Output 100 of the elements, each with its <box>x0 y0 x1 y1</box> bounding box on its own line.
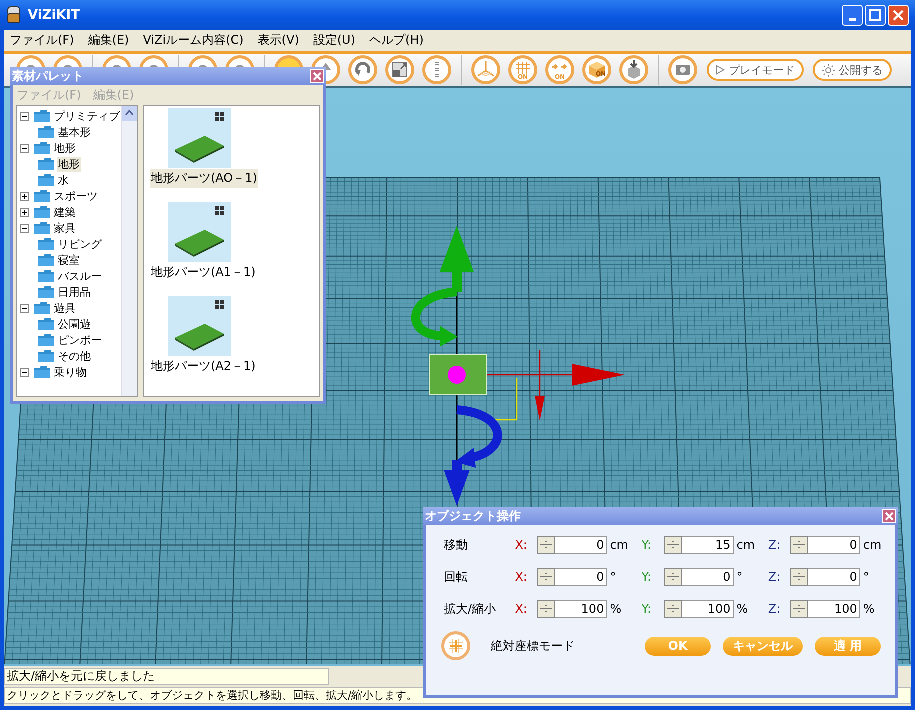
tool-icon[interactable] <box>16 55 46 67</box>
menu-item[interactable]: 表示(V) <box>258 32 300 49</box>
folder-icon <box>33 189 51 203</box>
expand-toggle-icon[interactable] <box>20 224 29 232</box>
folder-icon <box>33 301 51 315</box>
tree-item[interactable]: 水 <box>57 172 70 188</box>
item-label[interactable]: 地形パーツ(A1－1) <box>150 263 257 282</box>
folder-icon <box>33 365 51 379</box>
number-field[interactable]: 100 <box>682 600 734 618</box>
terrain-thumbnail-icon[interactable] <box>168 296 231 356</box>
folder-icon <box>33 109 51 123</box>
folder-icon <box>33 205 51 219</box>
spin-button[interactable] <box>664 600 682 618</box>
download-icon[interactable] <box>619 55 649 85</box>
tree-item[interactable]: 地形 <box>53 140 77 156</box>
resize-icon[interactable] <box>385 55 415 85</box>
row-label: 拡大/縮小 <box>444 600 498 618</box>
number-field[interactable]: 0 <box>808 568 860 586</box>
spin-button[interactable] <box>537 600 556 618</box>
number-field[interactable]: 0 <box>808 536 860 554</box>
spin-button[interactable] <box>790 568 808 586</box>
menu-item[interactable]: ViZiルーム内容(C) <box>143 32 244 49</box>
folder-icon <box>37 125 55 139</box>
expand-toggle-icon[interactable] <box>20 368 29 376</box>
tree-item[interactable]: バスルー <box>57 268 103 284</box>
menu-item[interactable]: 編集(E) <box>88 32 130 49</box>
folder-icon <box>37 253 55 267</box>
tool-icon[interactable] <box>139 55 169 67</box>
number-field[interactable]: 0 <box>555 568 608 586</box>
spin-button[interactable] <box>790 536 808 554</box>
axis-label: X: <box>515 602 528 616</box>
folder-icon <box>33 141 51 155</box>
tree-item[interactable]: リビング <box>57 236 103 252</box>
spin-button[interactable] <box>664 568 682 586</box>
expand-toggle-icon[interactable] <box>20 112 29 120</box>
maximize-button[interactable] <box>865 4 886 26</box>
spin-button[interactable] <box>790 600 808 618</box>
unit-label: ° <box>736 570 743 584</box>
toolbar-button[interactable]: 公開する <box>813 59 892 81</box>
menu-item[interactable]: ファイル(F) <box>10 32 74 49</box>
spin-button[interactable] <box>537 536 556 554</box>
tree-item[interactable]: プリミティブ <box>53 108 121 124</box>
number-field[interactable]: 15 <box>682 536 734 554</box>
item-label[interactable]: 地形パーツ(AO－1) <box>150 169 258 188</box>
coordinates-icon[interactable] <box>422 55 452 85</box>
expand-toggle-icon[interactable] <box>20 144 29 152</box>
palette-title: 素材パレット <box>12 68 84 84</box>
tool-icon[interactable] <box>53 55 83 67</box>
tree-item[interactable]: 家具 <box>53 220 77 236</box>
play-icon <box>716 65 725 75</box>
folder-icon <box>37 269 55 283</box>
expand-toggle-icon[interactable] <box>20 192 29 200</box>
unit-label: % <box>863 602 875 616</box>
terrain-thumbnail-icon[interactable] <box>168 108 231 168</box>
mode-label: 絶対座標モード <box>491 638 575 654</box>
unit-label: % <box>736 602 748 616</box>
close-button[interactable] <box>882 509 896 523</box>
expand-toggle-icon[interactable] <box>20 208 29 216</box>
tool-icon[interactable] <box>188 55 218 67</box>
unit-label: cm <box>736 538 756 552</box>
tree-item[interactable]: 地形 <box>57 156 81 172</box>
tree-item[interactable]: 遊具 <box>53 300 77 316</box>
scrollbar[interactable] <box>121 106 137 396</box>
minimize-button[interactable] <box>842 4 863 26</box>
tree-item[interactable]: スポーツ <box>53 188 99 204</box>
number-field[interactable]: 100 <box>555 600 608 618</box>
tool-icon[interactable] <box>102 55 132 67</box>
close-button[interactable] <box>310 69 324 83</box>
spin-button[interactable] <box>537 568 556 586</box>
tree-item[interactable]: 建築 <box>53 204 77 220</box>
menu-item[interactable]: ヘルプ(H) <box>370 32 424 49</box>
toolbar-button[interactable]: プレイモード <box>707 59 804 81</box>
menu-item[interactable]: 設定(U) <box>313 32 356 49</box>
unit-label: ° <box>610 570 616 584</box>
transform-gizmo-drawing[interactable] <box>412 226 625 506</box>
unit-label: cm <box>863 538 882 552</box>
spin-button[interactable] <box>664 536 682 554</box>
tree-item[interactable]: 基本形 <box>57 124 92 140</box>
item-label[interactable]: 地形パーツ(A2－1) <box>150 357 257 376</box>
number-field[interactable]: 0 <box>555 536 608 554</box>
terrain-thumbnail-icon[interactable] <box>168 202 231 262</box>
scroll-up-icon[interactable] <box>122 106 137 121</box>
rotate-icon[interactable] <box>348 55 378 85</box>
tool-icon[interactable] <box>225 55 255 67</box>
app-logo-icon <box>6 6 22 24</box>
axis-label: Y: <box>642 602 653 616</box>
tree-item[interactable]: 公園遊 <box>57 316 92 332</box>
minimize-icon <box>849 18 856 20</box>
expand-toggle-icon[interactable] <box>20 304 29 312</box>
tree-item[interactable]: ピンボー <box>57 332 103 348</box>
camera-icon[interactable] <box>668 55 698 85</box>
close-button[interactable] <box>888 4 909 26</box>
tree-item[interactable]: 乗り物 <box>53 364 88 380</box>
axis-label: Y: <box>642 538 653 552</box>
number-field[interactable]: 0 <box>682 568 734 586</box>
tree-item[interactable]: 寝室 <box>57 252 81 268</box>
tree-item[interactable]: 日用品 <box>57 284 92 300</box>
folder-icon <box>37 349 55 363</box>
tree-item[interactable]: その他 <box>57 348 92 364</box>
number-field[interactable]: 100 <box>808 600 860 618</box>
